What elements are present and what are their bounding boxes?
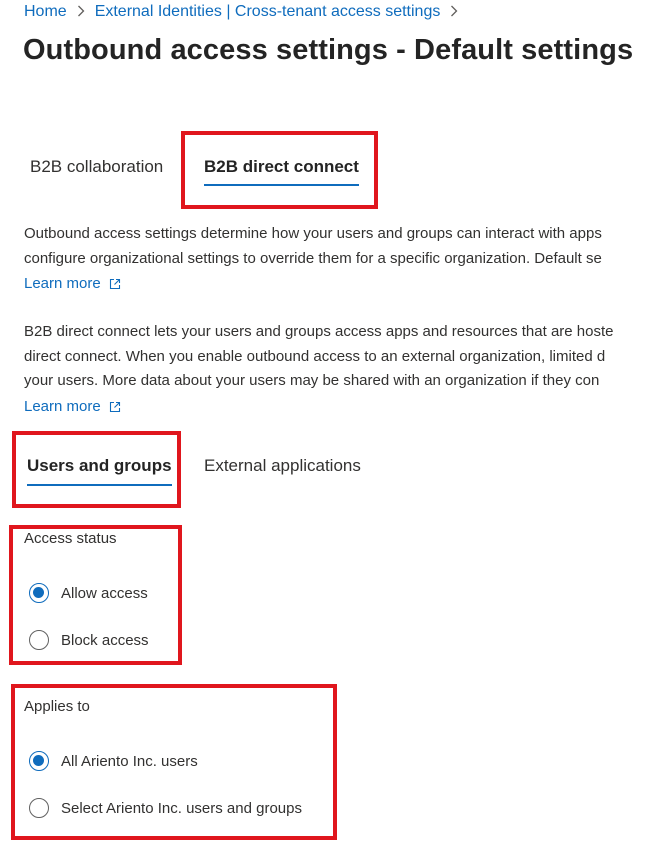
intro-line: configure organizational settings to ove… <box>24 249 602 267</box>
breadcrumb-section-link[interactable]: External Identities | Cross-tenant acces… <box>95 3 441 21</box>
tab-label: Users and groups <box>27 456 172 475</box>
tab-label: B2B collaboration <box>30 157 164 176</box>
radio-block-access[interactable]: Block access <box>29 630 149 650</box>
radio-unchecked-icon <box>29 630 49 650</box>
tab-b2b-collaboration[interactable]: B2B collaboration <box>30 157 163 177</box>
radio-label: All Ariento Inc. users <box>61 752 198 770</box>
learn-more-label: Learn more <box>24 275 101 292</box>
intro-text: Outbound access settings determine how y… <box>24 222 602 271</box>
radio-label: Select Ariento Inc. users and groups <box>61 799 302 817</box>
external-link-icon <box>109 401 120 412</box>
learn-more-label: Learn more <box>24 398 101 415</box>
radio-label: Allow access <box>61 584 148 602</box>
learn-more-link[interactable]: Learn more <box>24 275 121 292</box>
chevron-right-icon <box>450 4 458 20</box>
tab-users-and-groups[interactable]: Users and groups <box>27 456 172 486</box>
radio-all-ariento-users[interactable]: All Ariento Inc. users <box>29 751 198 771</box>
breadcrumb: Home External Identities | Cross-tenant … <box>24 3 468 21</box>
tab-label: B2B direct connect <box>204 157 359 176</box>
direct-connect-line: B2B direct connect lets your users and g… <box>24 323 614 340</box>
page: Home External Identities | Cross-tenant … <box>0 0 646 848</box>
tab-b2b-direct-connect[interactable]: B2B direct connect <box>204 157 359 186</box>
tab-label: External applications <box>204 456 361 475</box>
radio-select-ariento-users-groups[interactable]: Select Ariento Inc. users and groups <box>29 798 302 818</box>
tab-selected-indicator <box>27 484 172 486</box>
breadcrumb-home-link[interactable]: Home <box>24 3 67 21</box>
external-link-icon <box>109 278 120 289</box>
page-title: Outbound access settings - Default setti… <box>23 34 634 66</box>
learn-more-link[interactable]: Learn more <box>24 398 121 415</box>
radio-allow-access[interactable]: Allow access <box>29 583 148 603</box>
direct-connect-text: B2B direct connect lets your users and g… <box>24 320 614 394</box>
access-status-label: Access status <box>24 530 117 547</box>
direct-connect-line: direct connect. When you enable outbound… <box>24 347 606 365</box>
chevron-right-icon <box>77 4 85 20</box>
tab-external-applications[interactable]: External applications <box>204 456 361 476</box>
radio-label: Block access <box>61 631 149 649</box>
applies-to-label: Applies to <box>24 698 90 715</box>
radio-checked-icon <box>29 751 49 771</box>
tab-selected-indicator <box>204 184 359 186</box>
intro-line: Outbound access settings determine how y… <box>24 225 602 242</box>
direct-connect-line: your users. More data about your users m… <box>24 372 600 389</box>
radio-unchecked-icon <box>29 798 49 818</box>
radio-checked-icon <box>29 583 49 603</box>
